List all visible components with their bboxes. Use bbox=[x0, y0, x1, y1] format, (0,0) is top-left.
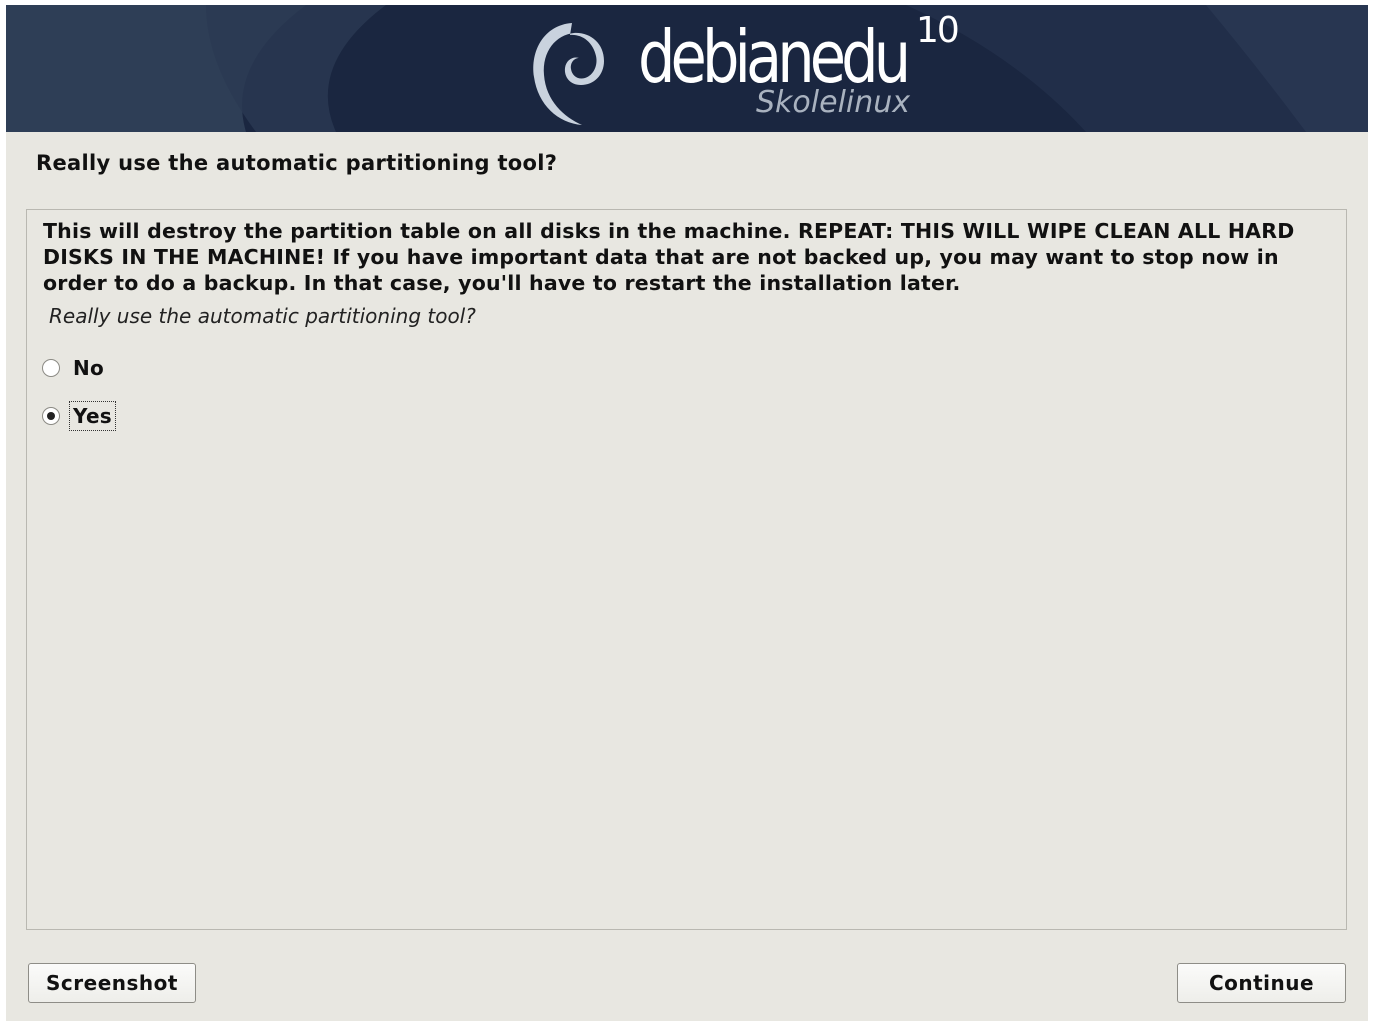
option-no-label[interactable]: No bbox=[71, 355, 106, 381]
debian-swirl-icon bbox=[533, 23, 604, 125]
logo-subtitle: Skolelinux bbox=[756, 85, 911, 120]
header-banner: debianedu 10 Skolelinux bbox=[6, 5, 1368, 132]
option-yes-label[interactable]: Yes bbox=[68, 401, 117, 431]
question-label: Really use the automatic partitioning to… bbox=[49, 304, 476, 328]
continue-button[interactable]: Continue bbox=[1177, 963, 1346, 1003]
warning-description: This will destroy the partition table on… bbox=[43, 219, 1295, 295]
logo-version: 10 bbox=[916, 10, 960, 51]
option-yes[interactable]: Yes bbox=[42, 401, 117, 431]
screenshot-button[interactable]: Screenshot bbox=[28, 963, 196, 1003]
option-no[interactable]: No bbox=[42, 353, 106, 383]
page-title: Really use the automatic partitioning to… bbox=[36, 151, 558, 175]
radio-no-icon[interactable] bbox=[42, 359, 60, 377]
content-frame: This will destroy the partition table on… bbox=[26, 209, 1347, 930]
radio-yes-icon[interactable] bbox=[42, 407, 60, 425]
installer-window: debianedu 10 Skolelinux Really use the a… bbox=[6, 5, 1368, 1021]
